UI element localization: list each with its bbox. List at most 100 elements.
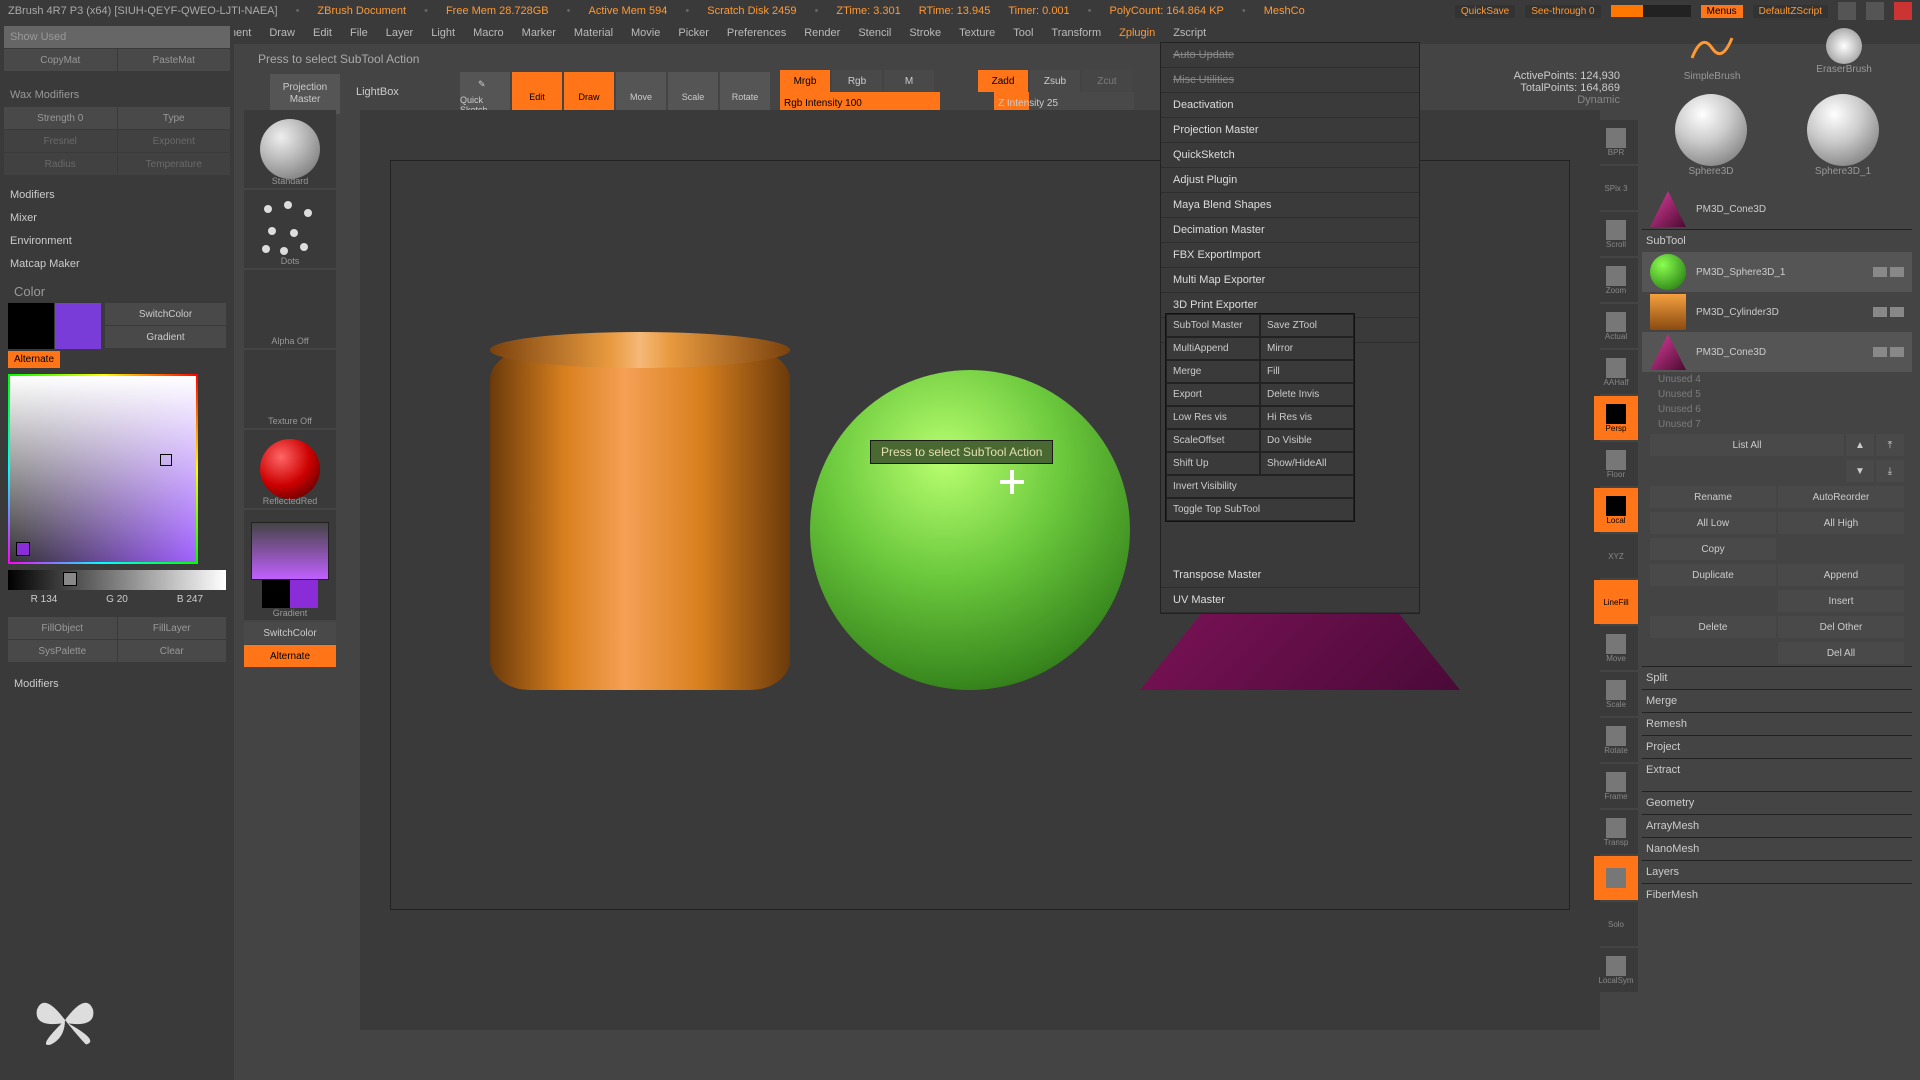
mi-fbx[interactable]: FBX ExportImport	[1161, 243, 1419, 268]
quicksave-button[interactable]: QuickSave	[1455, 5, 1515, 18]
dock-transp[interactable]: Transp	[1594, 810, 1638, 854]
dock-move[interactable]: Move	[1594, 626, 1638, 670]
copy-button[interactable]: Copy	[1650, 538, 1776, 560]
sm-shiftup[interactable]: Shift Up	[1166, 452, 1260, 475]
switchcolor2-button[interactable]: SwitchColor	[244, 622, 336, 644]
project-row[interactable]: Project	[1642, 735, 1912, 758]
dock-solo[interactable]: Solo	[1594, 902, 1638, 946]
menu-tool[interactable]: Tool	[1005, 25, 1041, 41]
show-used-row[interactable]: Show Used	[4, 26, 230, 48]
dock-xyz[interactable]: XYZ	[1594, 534, 1638, 578]
projection-master-button[interactable]: Projection Master	[270, 74, 340, 114]
brush-thumb-texoff[interactable]: Texture Off	[244, 350, 336, 428]
dock-aahalf[interactable]: AAHalf	[1594, 350, 1638, 394]
arraymesh-section[interactable]: ArrayMesh	[1642, 814, 1912, 837]
bottom-arrow-icon[interactable]: ⤓	[1876, 460, 1904, 482]
menu-material[interactable]: Material	[566, 25, 621, 41]
r-value[interactable]: R 134	[8, 594, 80, 605]
zadd-button[interactable]: Zadd	[978, 70, 1028, 92]
brush-thumb-alphaoff[interactable]: Alpha Off	[244, 270, 336, 348]
delall-button[interactable]: Del All	[1778, 642, 1904, 664]
dock-spix[interactable]: SPix 3	[1594, 166, 1638, 210]
brush-thumb-dots[interactable]: Dots	[244, 190, 336, 268]
fibermesh-section[interactable]: FiberMesh	[1642, 883, 1912, 906]
color-header[interactable]: Color	[8, 280, 226, 302]
hue-picker[interactable]	[8, 374, 198, 564]
subtool-header[interactable]: SubTool	[1642, 229, 1912, 252]
alllow-button[interactable]: All Low	[1650, 512, 1776, 534]
subtool-row-cylinder[interactable]: PM3D_Cylinder3D	[1642, 292, 1912, 332]
simplebrush-icon[interactable]	[1682, 28, 1742, 68]
mixer-item[interactable]: Mixer	[4, 207, 230, 229]
mi-quicksketch[interactable]: QuickSketch	[1161, 143, 1419, 168]
nanomesh-section[interactable]: NanoMesh	[1642, 837, 1912, 860]
sm-deleteinvis[interactable]: Delete Invis	[1260, 383, 1354, 406]
mi-mayablend[interactable]: Maya Blend Shapes	[1161, 193, 1419, 218]
dock-solo-hl[interactable]	[1594, 856, 1638, 900]
menu-transform[interactable]: Transform	[1043, 25, 1109, 41]
mi-projmaster[interactable]: Projection Master	[1161, 118, 1419, 143]
delete-button[interactable]: Delete	[1650, 616, 1776, 638]
sphere3d-2[interactable]	[1807, 94, 1879, 166]
eraserbrush-icon[interactable]	[1826, 28, 1862, 64]
sm-toggletop[interactable]: Toggle Top SubTool	[1166, 498, 1354, 521]
insert-button[interactable]: Insert	[1778, 590, 1904, 612]
menu-render[interactable]: Render	[796, 25, 848, 41]
sm-showhide[interactable]: Show/HideAll	[1260, 452, 1354, 475]
wax-modifiers-header[interactable]: Wax Modifiers	[4, 84, 230, 106]
filllayer-button[interactable]: FillLayer	[118, 617, 227, 639]
mi-autoupdate[interactable]: Auto Update	[1161, 43, 1419, 68]
sm-mirror[interactable]: Mirror	[1260, 337, 1354, 360]
type-button[interactable]: Type	[118, 107, 231, 129]
merge-row[interactable]: Merge	[1642, 689, 1912, 712]
syspalette-button[interactable]: SysPalette	[8, 640, 117, 662]
matcap-maker-item[interactable]: Matcap Maker	[4, 253, 230, 275]
paint-icon[interactable]	[1873, 347, 1887, 357]
sm-export[interactable]: Export	[1166, 383, 1260, 406]
dock-linefill[interactable]: LineFill	[1594, 580, 1638, 624]
default-script[interactable]: DefaultZScript	[1753, 5, 1828, 18]
dock-floor[interactable]: Floor	[1594, 442, 1638, 486]
allhigh-button[interactable]: All High	[1778, 512, 1904, 534]
cylinder-mesh[interactable]	[490, 350, 790, 690]
dock-zoom[interactable]: Zoom	[1594, 258, 1638, 302]
mi-multimap[interactable]: Multi Map Exporter	[1161, 268, 1419, 293]
eye-icon[interactable]	[1890, 307, 1904, 317]
mrgb-button[interactable]: Mrgb	[780, 70, 830, 92]
delother-button[interactable]: Del Other	[1778, 616, 1904, 638]
subtool-row-sphere[interactable]: PM3D_Sphere3D_1	[1642, 252, 1912, 292]
dock-persp[interactable]: Persp	[1594, 396, 1638, 440]
menu-light[interactable]: Light	[423, 25, 463, 41]
sm-hires[interactable]: Hi Res vis	[1260, 406, 1354, 429]
copymat-button[interactable]: CopyMat	[4, 49, 117, 71]
sm-invertvis[interactable]: Invert Visibility	[1166, 475, 1354, 498]
rgb-button[interactable]: Rgb	[832, 70, 882, 92]
b-value[interactable]: B 247	[154, 594, 226, 605]
menu-marker[interactable]: Marker	[514, 25, 564, 41]
paint-icon[interactable]	[1873, 307, 1887, 317]
alternate-button[interactable]: Alternate	[8, 351, 60, 368]
up-arrow-icon[interactable]: ▲	[1846, 434, 1874, 456]
duplicate-button[interactable]: Duplicate	[1650, 564, 1776, 586]
sphere3d-1[interactable]	[1675, 94, 1747, 166]
environment-item[interactable]: Environment	[4, 230, 230, 252]
mi-decimation[interactable]: Decimation Master	[1161, 218, 1419, 243]
menu-stroke[interactable]: Stroke	[901, 25, 949, 41]
menu-preferences[interactable]: Preferences	[719, 25, 794, 41]
secondary-color[interactable]	[8, 303, 54, 349]
dock-frame[interactable]: Frame	[1594, 764, 1638, 808]
subtool-row-cone[interactable]: PM3D_Cone3D	[1642, 332, 1912, 372]
pastemat-button[interactable]: PasteMat	[118, 49, 231, 71]
append-button[interactable]: Append	[1778, 564, 1904, 586]
sm-merge[interactable]: Merge	[1166, 360, 1260, 383]
mi-uvmaster[interactable]: UV Master	[1161, 588, 1419, 613]
mi-deactivation[interactable]: Deactivation	[1161, 93, 1419, 118]
seethrough-slider[interactable]: See-through 0	[1525, 5, 1600, 18]
sm-fill[interactable]: Fill	[1260, 360, 1354, 383]
menus-button[interactable]: Menus	[1701, 5, 1743, 18]
down-arrow-icon[interactable]: ▼	[1846, 460, 1874, 482]
lightbox-button[interactable]: LightBox	[348, 82, 407, 102]
menu-file[interactable]: File	[342, 25, 376, 41]
remesh-row[interactable]: Remesh	[1642, 712, 1912, 735]
brush-thumb-gradient[interactable]: Gradient	[244, 510, 336, 620]
